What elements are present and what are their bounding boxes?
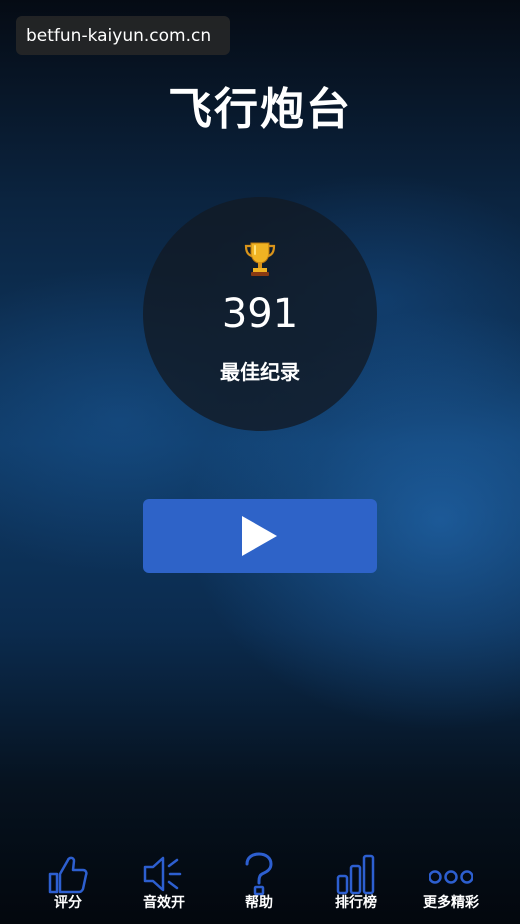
more-games-label: 更多精彩 [423, 895, 479, 911]
best-score: 391 [221, 291, 299, 337]
sound-toggle-label: 音效开 [143, 895, 185, 911]
more-games-button[interactable]: 更多精彩 [406, 848, 496, 918]
leaderboard-label: 排行榜 [335, 895, 377, 911]
trophy-icon [244, 242, 276, 276]
speaker-icon [143, 856, 182, 892]
play-icon [242, 516, 277, 556]
thumbs-up-icon [48, 856, 88, 894]
best-record-panel: 391 最佳纪录 [143, 197, 377, 431]
best-score-label: 最佳纪录 [220, 360, 300, 384]
bottom-toolbar: 评分 音效开 帮助 排行榜 更多精彩 [0, 848, 520, 924]
play-button[interactable] [143, 499, 377, 573]
sound-toggle-button[interactable]: 音效开 [119, 848, 209, 918]
game-title: 飞行炮台 [168, 84, 352, 135]
watermark-text: betfun-kaiyun.com.cn [26, 26, 212, 46]
bar-chart-icon [336, 854, 375, 895]
rate-label: 评分 [54, 895, 82, 911]
more-icon [429, 870, 473, 884]
watermark: betfun-kaiyun.com.cn [16, 16, 230, 55]
leaderboard-button[interactable]: 排行榜 [311, 848, 401, 918]
question-icon [245, 852, 273, 896]
rate-button[interactable]: 评分 [23, 848, 113, 918]
help-button[interactable]: 帮助 [214, 848, 304, 918]
help-label: 帮助 [245, 895, 273, 911]
